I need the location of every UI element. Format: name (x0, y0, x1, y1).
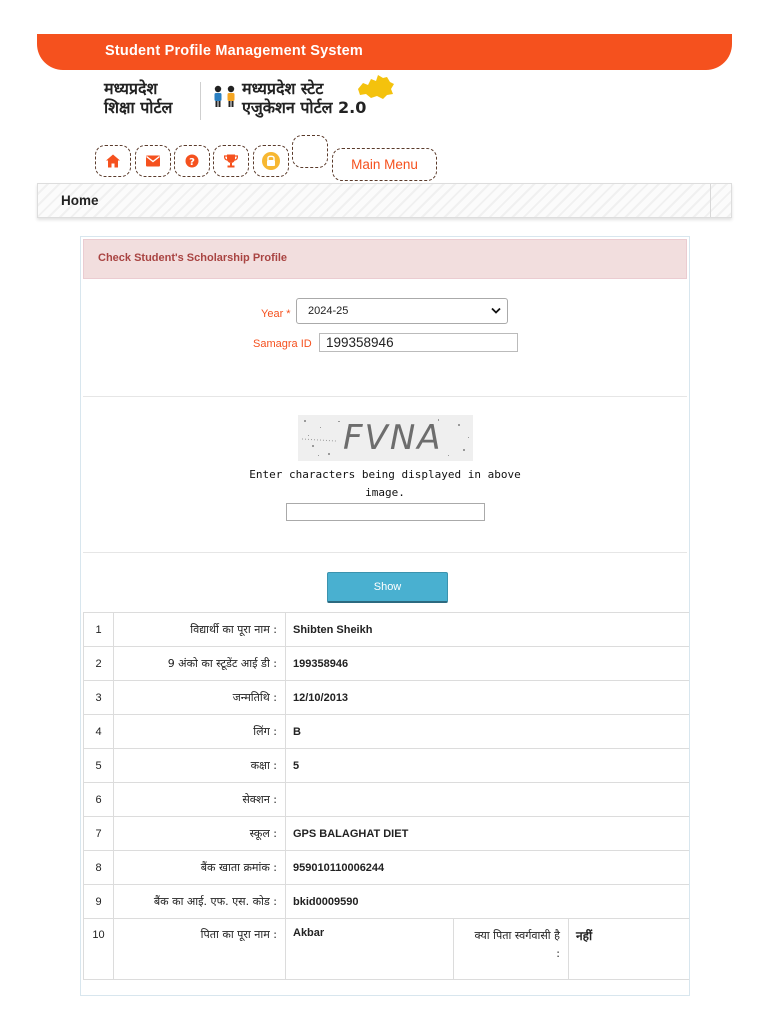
panel-heading: Check Student's Scholarship Profile (83, 239, 687, 279)
student-name-value: Shibten Sheikh (285, 612, 689, 647)
education-portal-logo: मध्यप्रदेश स्टेट एजुकेशन पोर्टल 2.0 (242, 79, 367, 117)
table-row: 9 बैंक का आई. एफ. एस. कोड : bkid0009590 (83, 884, 689, 919)
blank-menu-button[interactable] (292, 135, 328, 168)
table-row: 10 पिता का पूरा नाम : Akbar क्या पिता स्… (83, 918, 689, 980)
samagra-id-label: Samagra ID (253, 338, 312, 350)
breadcrumb-divider (710, 184, 711, 217)
table-row: 1 विद्यार्थी का पूरा नाम : Shibten Sheik… (83, 612, 689, 647)
table-row: 4 लिंग : B (83, 714, 689, 749)
home-icon (106, 154, 120, 168)
class-value: 5 (285, 748, 689, 783)
show-button[interactable]: Show (327, 572, 448, 603)
student-id-value: 199358946 (285, 646, 689, 681)
dob-value: 12/10/2013 (285, 680, 689, 715)
achievements-button[interactable] (213, 145, 249, 177)
table-row: 2 9 अंको का स्टूडेंट आई डी : 199358946 (83, 646, 689, 681)
father-deceased-value: नहीं (568, 918, 689, 980)
students-icon (214, 85, 235, 107)
year-selected-value: 2024-25 (308, 305, 349, 317)
gender-value: B (285, 714, 689, 749)
top-banner: Student Profile Management System (37, 34, 732, 70)
captcha-input[interactable] (286, 503, 485, 521)
student-details-table: 1 विद्यार्थी का पूरा नाम : Shibten Sheik… (83, 612, 689, 980)
year-label: Year * (261, 308, 291, 320)
table-row: 8 बैंक खाता क्रमांक : 959010110006244 (83, 850, 689, 885)
home-button[interactable] (95, 145, 131, 177)
app-title: Student Profile Management System (105, 43, 363, 59)
envelope-icon (146, 155, 160, 167)
chevron-down-icon (491, 307, 501, 314)
ifsc-value: bkid0009590 (285, 884, 689, 919)
logo-divider (200, 82, 201, 120)
scholarship-profile-panel: Check Student's Scholarship Profile Year… (80, 236, 690, 996)
table-row: 3 जन्मतिथि : 12/10/2013 (83, 680, 689, 715)
captcha-image: FVNA (298, 415, 473, 461)
lock-button[interactable] (253, 145, 289, 177)
section-value (285, 782, 689, 817)
bank-account-value: 959010110006244 (285, 850, 689, 885)
help-button[interactable]: ? (174, 145, 210, 177)
lock-icon (262, 152, 280, 170)
table-row: 5 कक्षा : 5 (83, 748, 689, 783)
captcha-instruction: Enter characters being displayed in abov… (249, 468, 521, 499)
question-icon: ? (185, 154, 199, 168)
shiksha-portal-logo: मध्यप्रदेश शिक्षा पोर्टल (104, 79, 173, 117)
school-value: GPS BALAGHAT DIET (285, 816, 689, 851)
table-row: 6 सेक्शन : (83, 782, 689, 817)
samagra-id-input[interactable]: 199358946 (319, 333, 518, 352)
mail-button[interactable] (135, 145, 171, 177)
svg-text:?: ? (189, 157, 195, 168)
year-select[interactable]: 2024-25 (296, 298, 508, 324)
divider (83, 552, 687, 553)
breadcrumb-home[interactable]: Home (61, 193, 99, 208)
divider (83, 396, 687, 397)
main-menu-button[interactable]: Main Menu (332, 148, 437, 181)
father-deceased-label: क्या पिता स्वर्गवासी है : (453, 918, 569, 980)
table-row: 7 स्कूल : GPS BALAGHAT DIET (83, 816, 689, 851)
required-mark: * (286, 308, 291, 320)
father-name-value: Akbar (285, 918, 454, 980)
trophy-icon (224, 154, 238, 168)
panel-title: Check Student's Scholarship Profile (98, 252, 288, 264)
mp-map-icon (358, 75, 394, 99)
captcha-text: FVNA (343, 418, 443, 458)
breadcrumb: Home (37, 183, 732, 218)
